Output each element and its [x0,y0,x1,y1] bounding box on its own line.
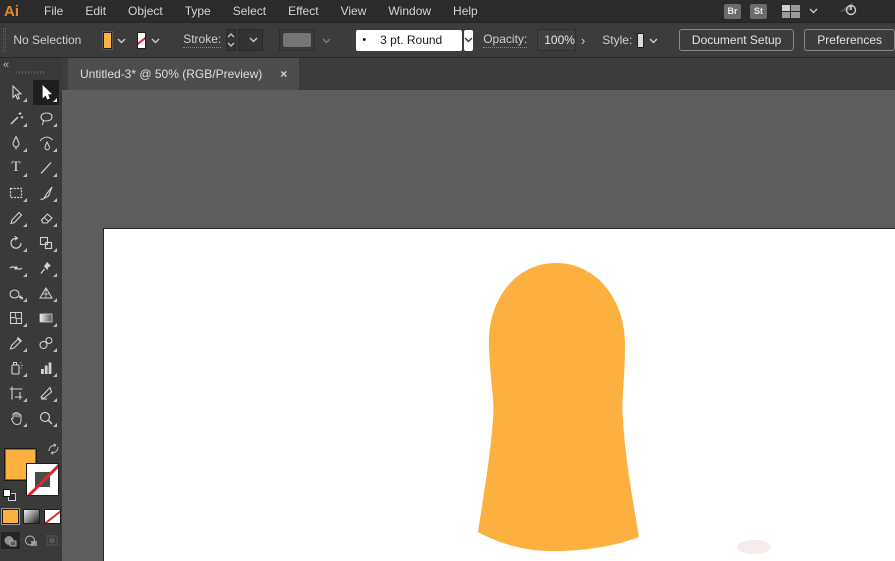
draw-inside-icon[interactable] [43,532,62,549]
curvature-tool[interactable] [33,130,59,155]
mesh-tool[interactable] [3,305,29,330]
artboard[interactable] [103,228,895,561]
puppet-warp-tool[interactable] [33,255,59,280]
fill-stroke-indicator [2,442,60,501]
column-graph-tool[interactable] [33,355,59,380]
menu-help[interactable]: Help [442,4,489,18]
artboard-tool[interactable] [3,380,29,405]
type-tool[interactable]: T [3,155,29,180]
pen-tool[interactable] [3,130,29,155]
brush-definition-chevron-down-icon[interactable] [464,29,474,51]
draw-normal-icon[interactable] [0,532,20,549]
brush-definition-dropdown[interactable]: • 3 pt. Round [356,29,463,51]
symbol-sprayer-tool[interactable] [3,355,29,380]
brush-definition-value: 3 pt. Round [380,33,443,47]
menu-file[interactable]: File [33,4,74,18]
scale-tool[interactable] [33,230,59,255]
none-button[interactable] [43,509,61,524]
style-swatch[interactable] [637,32,644,48]
shape-builder-tool[interactable] [3,280,29,305]
tools-panel: « T [0,58,62,561]
perspective-grid-tool[interactable] [33,280,59,305]
selection-status: No Selection [13,33,82,47]
stroke-weight-label[interactable]: Stroke: [183,32,222,48]
tab-close-icon[interactable]: × [280,67,287,81]
orange-blob-path [478,263,639,552]
drawn-shape[interactable] [471,259,651,559]
workspace-switcher-icon[interactable] [782,4,800,18]
width-profile-chevron-down-icon [319,29,334,51]
color-button[interactable] [0,508,20,525]
draw-behind-icon[interactable] [22,532,41,549]
control-bar: No Selection Stroke: • 3 pt. Round Opaci… [0,22,895,58]
eraser-tool[interactable] [33,205,59,230]
direct-selection-tool[interactable] [33,80,59,105]
color-type-row [0,508,61,525]
menu-select[interactable]: Select [222,4,277,18]
eyedropper-tool[interactable] [3,330,29,355]
document-tab[interactable]: Untitled-3* @ 50% (RGB/Preview) × [68,58,300,90]
opacity-label[interactable]: Opacity: [483,32,528,48]
line-segment-tool[interactable] [33,155,59,180]
gradient-tool[interactable] [33,305,59,330]
menu-object[interactable]: Object [117,4,174,18]
brush-preview-dot: • [362,34,367,46]
preferences-button[interactable]: Preferences [804,29,895,51]
menu-window[interactable]: Window [377,4,442,18]
control-bar-grip[interactable] [3,28,7,52]
opacity-expand-button[interactable]: › [576,33,590,48]
menu-effect[interactable]: Effect [277,4,329,18]
rectangle-tool[interactable] [3,180,29,205]
pencil-tool[interactable] [3,205,29,230]
menu-view[interactable]: View [330,4,378,18]
drawing-mode-row [0,532,62,549]
document-tab-title: Untitled-3* @ 50% (RGB/Preview) [80,67,263,81]
app-logo-icon: Ai [4,2,19,20]
gradient-button[interactable] [22,509,40,524]
magic-wand-tool[interactable] [3,105,29,130]
stroke-chevron-down-icon[interactable] [148,29,163,51]
menu-bar: Ai File Edit Object Type Select Effect V… [0,0,895,22]
paintbrush-tool[interactable] [33,180,59,205]
style-chevron-down-icon[interactable] [646,29,661,51]
fill-chevron-down-icon[interactable] [114,29,129,51]
selection-tool[interactable] [3,80,29,105]
pasteboard[interactable] [62,90,895,561]
stroke-proxy-swatch[interactable] [26,463,59,496]
swap-fill-stroke-icon[interactable] [47,442,60,460]
faint-pink-mark [737,540,771,554]
slice-tool[interactable] [33,380,59,405]
document-tab-bar: Untitled-3* @ 50% (RGB/Preview) × [62,58,895,90]
panel-collapse-icon[interactable]: « [3,59,9,71]
hand-tool[interactable] [3,405,29,430]
menu-type[interactable]: Type [174,4,222,18]
workspace-chevron-down-icon[interactable] [809,8,818,14]
lasso-tool[interactable] [33,105,59,130]
bridge-icon[interactable]: Br [724,3,741,19]
document-setup-button[interactable]: Document Setup [678,29,795,51]
blend-tool[interactable] [33,330,59,355]
fill-color-swatch[interactable] [102,30,114,50]
style-label: Style: [602,33,633,47]
stroke-color-swatch[interactable] [137,31,147,49]
width-tool[interactable] [3,255,29,280]
zoom-tool[interactable] [33,405,59,430]
stock-icon[interactable]: St [750,3,767,19]
opacity-input[interactable]: 100% [537,29,576,51]
rotate-tool[interactable] [3,230,29,255]
illustrator-window: Ai File Edit Object Type Select Effect V… [0,0,895,561]
panel-grip[interactable] [16,71,46,74]
gpu-performance-icon[interactable] [837,1,863,22]
stroke-weight-dropdown[interactable] [238,29,263,51]
stroke-weight-stepper[interactable] [226,29,237,51]
menu-edit[interactable]: Edit [74,4,117,18]
default-fill-stroke-icon[interactable] [3,489,17,501]
variable-width-profile-dropdown [278,29,316,51]
